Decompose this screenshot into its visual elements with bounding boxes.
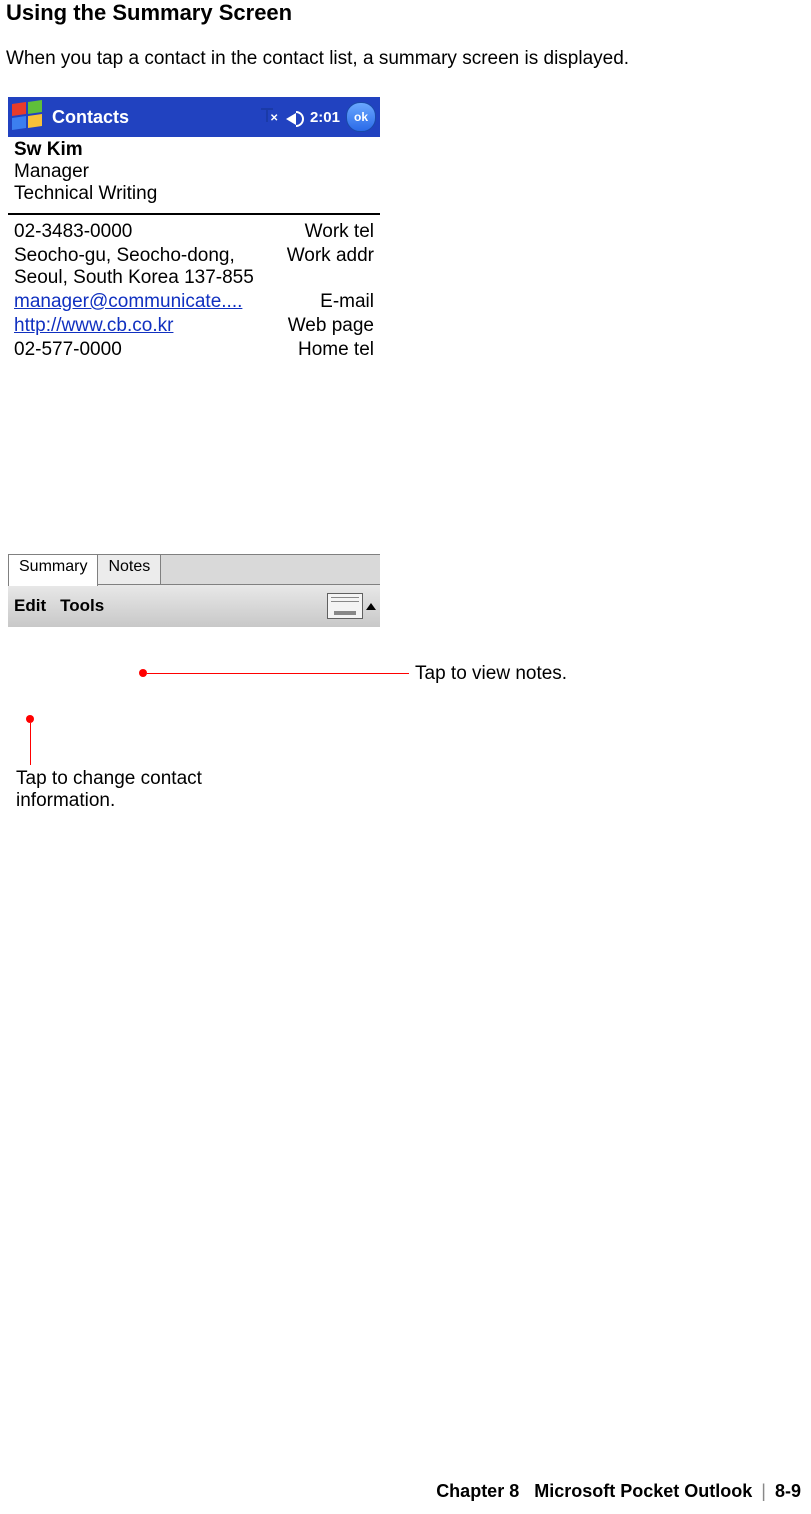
menu-bar: Edit Tools — [8, 584, 380, 627]
tab-bar: Summary Notes — [8, 554, 380, 585]
tab-notes[interactable]: Notes — [97, 554, 161, 586]
value-work-tel: 02-3483-0000 — [14, 221, 305, 243]
page-footer: Chapter 8 Microsoft Pocket Outlook | 8-9 — [436, 1481, 801, 1502]
sip-up-arrow-icon[interactable] — [366, 603, 376, 610]
clock-text: 2:01 — [310, 109, 340, 126]
menu-edit[interactable]: Edit — [14, 596, 46, 616]
ok-button[interactable]: ok — [346, 102, 376, 132]
detail-row-work-addr[interactable]: Seocho-gu, Seocho-dong, Seoul, South Kor… — [14, 245, 374, 289]
value-work-addr: Seocho-gu, Seocho-dong, Seoul, South Kor… — [14, 245, 287, 289]
sip-panel[interactable] — [327, 593, 380, 619]
section-heading: Using the Summary Screen — [6, 0, 292, 26]
label-home-tel: Home tel — [298, 339, 374, 361]
callout-text-edit: Tap to change contact information. — [16, 768, 236, 812]
callout-dot-notes — [139, 669, 147, 677]
contact-details: 02-3483-0000 Work tel Seocho-gu, Seocho-… — [8, 215, 380, 361]
menu-tools[interactable]: Tools — [60, 596, 104, 616]
title-bar: Contacts 2:01 ok — [8, 97, 380, 137]
label-web: Web page — [288, 315, 374, 337]
detail-row-email[interactable]: manager@communicate.... E-mail — [14, 291, 374, 313]
value-home-tel: 02-577-0000 — [14, 339, 298, 361]
contact-department: Technical Writing — [14, 183, 374, 205]
footer-page-number: 8-9 — [775, 1481, 801, 1501]
app-title: Contacts — [52, 107, 129, 128]
pocket-pc-screenshot: Contacts 2:01 ok Sw Kim Manager Technica… — [8, 97, 380, 627]
label-work-addr: Work addr — [287, 245, 374, 267]
start-flag-icon[interactable] — [12, 101, 46, 133]
callout-leader-edit — [30, 723, 31, 765]
detail-row-work-tel[interactable]: 02-3483-0000 Work tel — [14, 221, 374, 243]
label-work-tel: Work tel — [305, 221, 374, 243]
intro-paragraph: When you tap a contact in the contact li… — [6, 48, 629, 70]
callout-leader-notes — [147, 673, 409, 674]
contact-name: Sw Kim — [14, 139, 374, 161]
value-web[interactable]: http://www.cb.co.kr — [14, 315, 288, 337]
detail-row-web[interactable]: http://www.cb.co.kr Web page — [14, 315, 374, 337]
contact-job-title: Manager — [14, 161, 374, 183]
detail-row-home-tel[interactable]: 02-577-0000 Home tel — [14, 339, 374, 361]
footer-title: Microsoft Pocket Outlook — [534, 1481, 752, 1501]
contact-header: Sw Kim Manager Technical Writing — [8, 137, 380, 209]
callout-text-notes: Tap to view notes. — [415, 663, 567, 685]
label-email: E-mail — [320, 291, 374, 313]
manual-page: Using the Summary Screen When you tap a … — [0, 0, 811, 1514]
signal-off-icon[interactable] — [264, 108, 280, 126]
keyboard-icon[interactable] — [327, 593, 363, 619]
footer-chapter: Chapter 8 — [436, 1481, 519, 1501]
callout-dot-edit — [26, 715, 34, 723]
tab-summary[interactable]: Summary — [8, 554, 98, 586]
speaker-icon[interactable] — [286, 109, 304, 125]
value-email[interactable]: manager@communicate.... — [14, 291, 320, 313]
